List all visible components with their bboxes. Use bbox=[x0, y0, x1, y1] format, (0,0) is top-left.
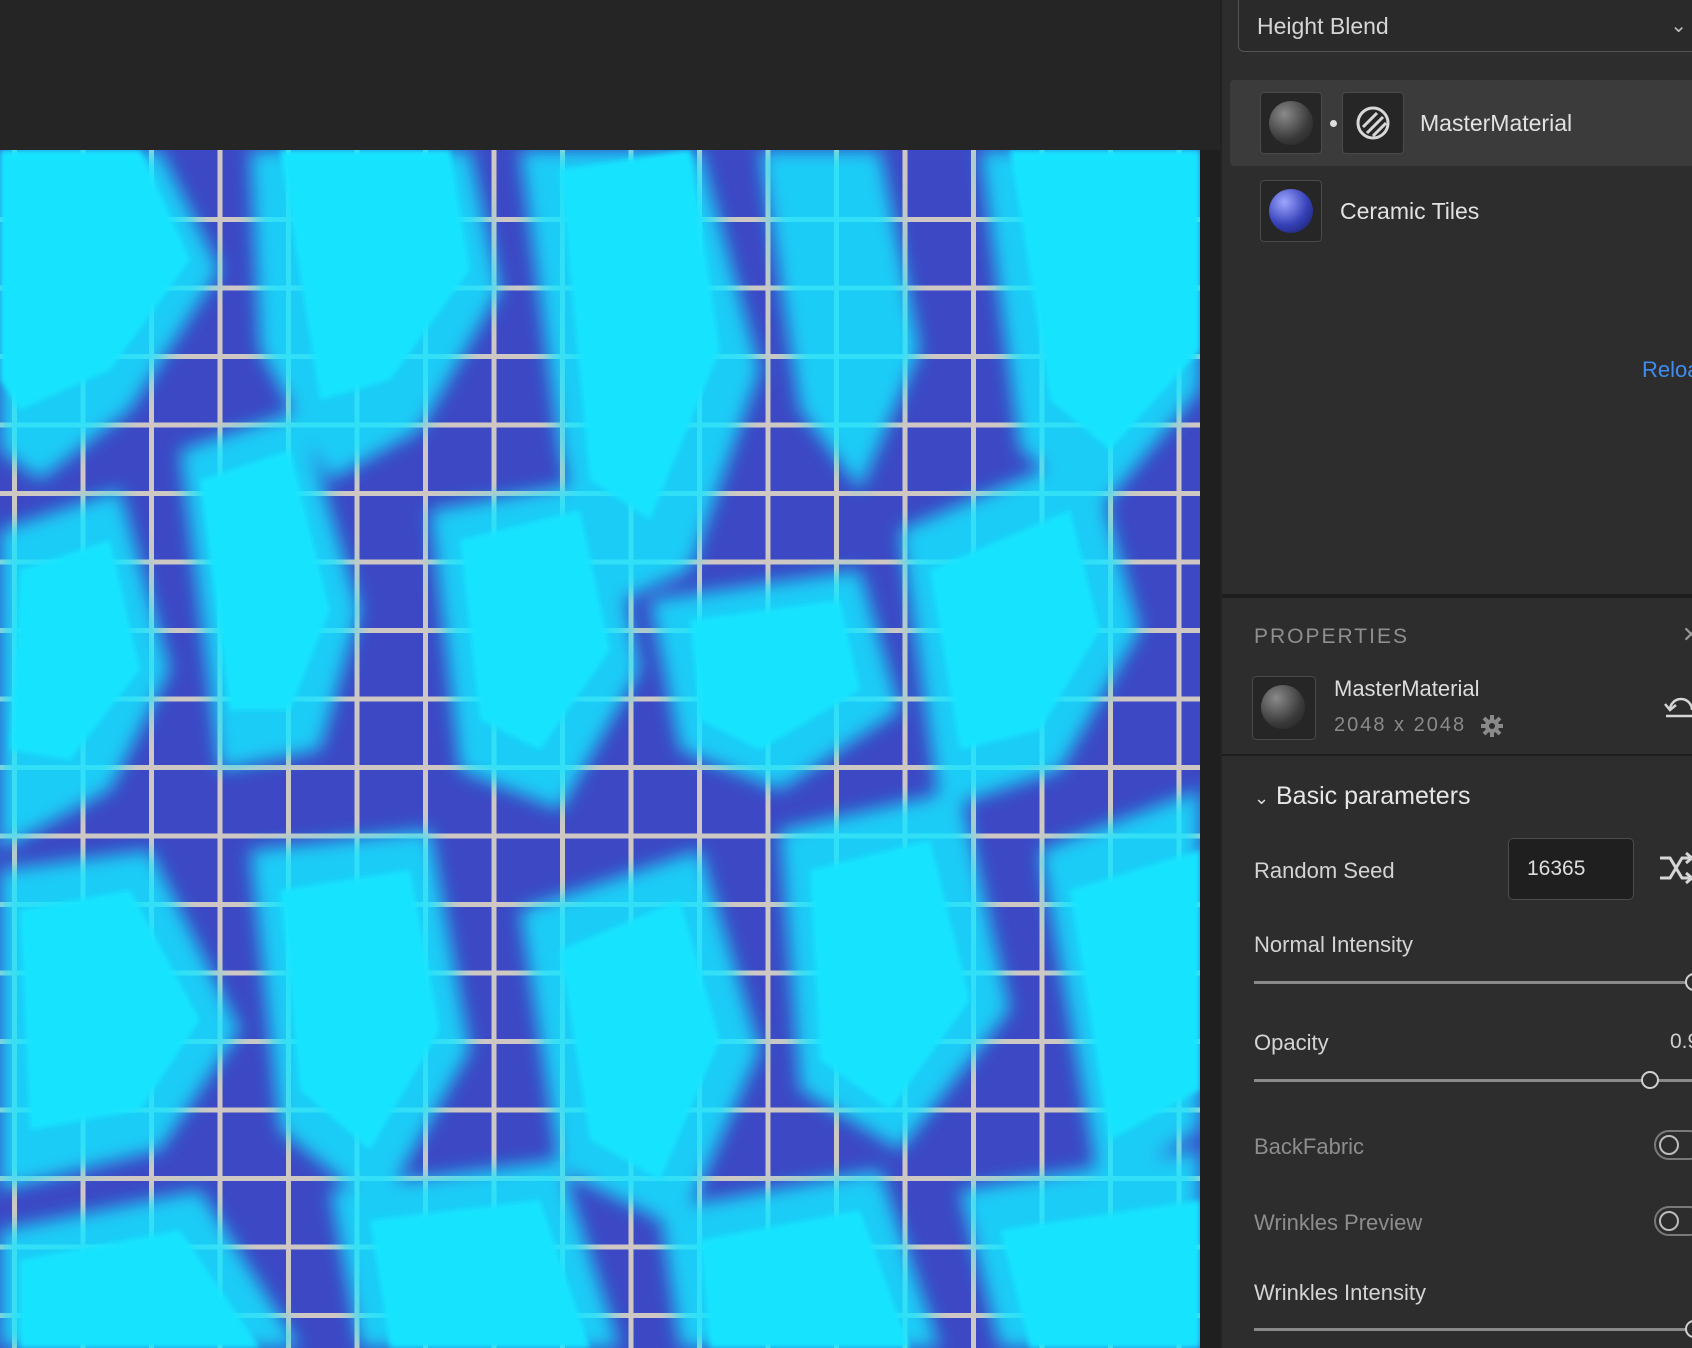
material-thumbnail bbox=[1260, 92, 1322, 154]
panel-divider bbox=[1222, 754, 1692, 756]
layer-item-ceramic-tiles[interactable]: Ceramic Tiles bbox=[1230, 178, 1692, 264]
panel-divider bbox=[1222, 594, 1692, 598]
backfabric-toggle[interactable] bbox=[1654, 1130, 1692, 1160]
material-name: MasterMaterial bbox=[1334, 676, 1480, 701]
mask-thumbnail[interactable] bbox=[1342, 92, 1404, 154]
toggle-knob bbox=[1659, 1135, 1679, 1155]
wrinkles-intensity-slider-track[interactable] bbox=[1254, 1328, 1692, 1331]
basic-parameters-header[interactable]: ⌄ Basic parameters bbox=[1254, 782, 1471, 811]
wrinkles-intensity-label: Wrinkles Intensity bbox=[1254, 1280, 1426, 1305]
right-panel: Height Blend ⌄ MasterMaterial Ceramic Ti… bbox=[1220, 0, 1692, 1348]
wrinkles-preview-toggle[interactable] bbox=[1654, 1206, 1692, 1236]
reload-link[interactable]: Reloa bbox=[1642, 357, 1692, 383]
wrinkles-preview-label: Wrinkles Preview bbox=[1254, 1210, 1423, 1235]
reset-icon[interactable] bbox=[1662, 690, 1692, 724]
normal-intensity-label: Normal Intensity bbox=[1254, 932, 1413, 957]
texture-preview bbox=[0, 150, 1200, 1348]
random-seed-label: Random Seed bbox=[1254, 858, 1395, 883]
grout-line bbox=[0, 833, 1200, 839]
viewport-toolbar-area bbox=[0, 0, 1220, 150]
chevron-down-icon: ⌄ bbox=[1254, 788, 1270, 808]
opacity-slider-handle[interactable] bbox=[1641, 1071, 1659, 1089]
toggle-knob bbox=[1659, 1211, 1679, 1231]
wrinkles-intensity-slider-handle[interactable] bbox=[1685, 1320, 1692, 1338]
material-resolution: 2048 x 2048 bbox=[1334, 714, 1467, 736]
shuffle-icon[interactable] bbox=[1658, 850, 1692, 886]
gear-icon[interactable] bbox=[1480, 714, 1504, 738]
material-sphere-icon bbox=[1269, 189, 1313, 233]
opacity-value: 0.9 bbox=[1670, 1030, 1692, 1053]
link-dot-icon bbox=[1330, 120, 1337, 127]
chevron-down-icon: ⌄ bbox=[1670, 15, 1687, 37]
blend-mode-dropdown[interactable]: Height Blend ⌄ bbox=[1238, 0, 1692, 52]
random-seed-input[interactable]: 16365 bbox=[1508, 838, 1634, 900]
layer-item-mastermaterial[interactable]: MasterMaterial bbox=[1230, 80, 1692, 166]
section-title: Basic parameters bbox=[1276, 782, 1471, 810]
viewport-2d[interactable] bbox=[0, 150, 1200, 1348]
layer-name: Ceramic Tiles bbox=[1340, 198, 1480, 224]
material-sphere-icon bbox=[1261, 685, 1305, 729]
backfabric-label: BackFabric bbox=[1254, 1134, 1365, 1159]
opacity-slider-track[interactable] bbox=[1254, 1079, 1692, 1082]
material-sphere-icon bbox=[1269, 101, 1313, 145]
blend-mode-value: Height Blend bbox=[1257, 13, 1389, 39]
normal-intensity-slider-track[interactable] bbox=[1254, 981, 1692, 984]
close-icon[interactable]: ✕ bbox=[1682, 622, 1692, 648]
properties-material-thumbnail bbox=[1252, 676, 1316, 740]
layer-name: MasterMaterial bbox=[1420, 110, 1573, 136]
opacity-label: Opacity bbox=[1254, 1030, 1329, 1055]
properties-title: PROPERTIES bbox=[1254, 625, 1409, 648]
material-thumbnail bbox=[1260, 180, 1322, 242]
mask-icon bbox=[1356, 106, 1390, 140]
normal-intensity-slider-handle[interactable] bbox=[1685, 973, 1692, 991]
